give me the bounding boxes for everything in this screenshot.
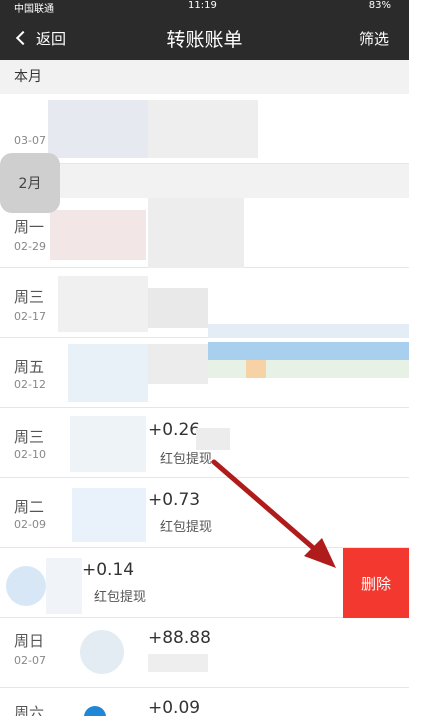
row-amount: +0.73 <box>148 490 201 510</box>
blurred-avatar <box>70 416 146 472</box>
row-day: 周日 <box>14 632 45 650</box>
row-amount: +0.26 <box>148 420 201 440</box>
battery-label: 83% <box>368 0 391 11</box>
phone-screen: 中国联通 11:19 83% 返回 转账账单 筛选 本月 03-07 周一 02… <box>0 0 409 716</box>
list-item[interactable]: 周日 02-07 +88.88 <box>0 618 409 688</box>
carrier-label: 中国联通 <box>14 4 54 15</box>
avatar <box>6 566 46 606</box>
row-amount: +0.14 <box>82 560 135 580</box>
row-day: 周六 <box>14 704 45 716</box>
blurred-avatar <box>58 276 148 332</box>
blurred-avatar <box>48 100 148 158</box>
row-day: 周三 <box>14 428 45 446</box>
status-time: 11:19 <box>188 0 217 11</box>
blurred-content <box>208 360 409 378</box>
row-date: 02-29 <box>14 240 46 253</box>
avatar <box>80 630 124 674</box>
row-day: 周三 <box>14 288 45 306</box>
page-margin <box>409 0 437 716</box>
list-item[interactable]: 03-07 <box>0 94 409 164</box>
nav-bar: 返回 转账账单 筛选 <box>0 14 409 60</box>
blurred-content <box>208 342 409 360</box>
blurred-content <box>148 654 208 672</box>
row-desc: 红包提现 <box>160 520 213 535</box>
row-date: 02-17 <box>14 310 46 323</box>
list-item[interactable]: 周一 02-29 <box>0 198 409 268</box>
section-header-feb <box>0 164 409 198</box>
row-day: 周一 <box>14 218 45 236</box>
blurred-avatar <box>72 488 146 542</box>
row-day: 周五 <box>14 358 45 376</box>
list-item[interactable]: 周二 02-09 +0.73 红包提现 <box>0 478 409 548</box>
row-date: 03-07 <box>14 134 46 147</box>
delete-button[interactable]: 删除 <box>343 548 409 618</box>
page-title: 转账账单 <box>166 29 243 51</box>
blurred-content <box>196 428 230 450</box>
filter-button[interactable]: 筛选 <box>359 28 389 49</box>
avatar <box>84 706 106 716</box>
month-index-badge[interactable]: 2月 <box>0 153 60 213</box>
blurred-content <box>148 100 258 158</box>
blurred-avatar <box>46 558 82 614</box>
row-day: 周二 <box>14 498 45 516</box>
row-date: 02-10 <box>14 448 46 461</box>
list-item[interactable]: 周三 02-10 +0.26 红包提现 <box>0 408 409 478</box>
blurred-content <box>246 360 266 378</box>
blurred-content <box>148 344 208 384</box>
row-date: 02-09 <box>14 518 46 531</box>
row-date: 02-12 <box>14 378 46 391</box>
blurred-content <box>148 198 244 268</box>
row-desc: 红包提现 <box>160 452 213 467</box>
list-item[interactable]: 周五 02-12 <box>0 338 409 408</box>
row-amount: +88.88 <box>148 628 211 648</box>
blurred-content <box>148 288 208 328</box>
row-desc: 红包提现 <box>94 590 147 605</box>
row-amount: +0.09 <box>148 698 201 716</box>
blurred-avatar <box>50 210 146 260</box>
section-header-this-month: 本月 <box>0 60 409 94</box>
row-date: 02-07 <box>14 654 46 667</box>
blurred-avatar <box>68 344 148 402</box>
status-bar: 中国联通 11:19 83% <box>0 0 409 15</box>
blurred-content <box>208 324 409 338</box>
list-item[interactable]: 周六 +0.09 <box>0 688 409 716</box>
list-item[interactable]: 周三 02-17 <box>0 268 409 338</box>
